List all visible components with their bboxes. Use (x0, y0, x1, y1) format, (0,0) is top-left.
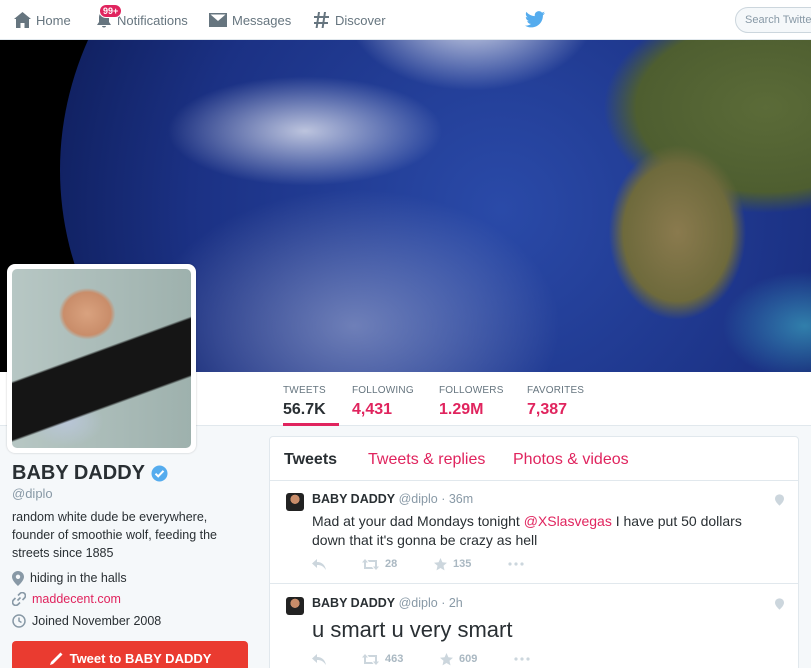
stat-favorites-value: 7,387 (527, 401, 568, 418)
stat-tweets[interactable]: TWEETS 56.7K (283, 372, 339, 426)
home-icon (14, 12, 31, 28)
search-input[interactable]: Search Twitter (735, 7, 811, 33)
profile-website-link[interactable]: maddecent.com (32, 592, 121, 606)
star-icon (440, 652, 453, 665)
tweet-time-separator: · (441, 492, 446, 506)
tweet-text: Mad at your dad Mondays tonight @XSlasve… (312, 512, 772, 550)
tweet-author-avatar[interactable] (286, 493, 304, 511)
nav-home-label: Home (36, 12, 71, 28)
reply-icon (312, 653, 326, 665)
tweet-timestamp[interactable]: 36m (449, 492, 473, 506)
stat-following-label: FOLLOWING (352, 385, 414, 396)
compose-feather-icon (49, 652, 63, 665)
reply-icon (312, 558, 326, 570)
hashtag-icon (314, 12, 329, 28)
profile-location-text: hiding in the halls (30, 571, 127, 585)
notifications-badge: 99+ (99, 4, 123, 18)
more-dots-icon (508, 562, 524, 566)
more-dots-icon (514, 657, 530, 661)
tweet-header: BABY DADDY @diplo · 36m (312, 492, 473, 506)
tweet-mention-link[interactable]: @XSlasvegas (524, 513, 612, 529)
tab-photos-and-videos[interactable]: Photos & videos (513, 451, 629, 469)
envelope-icon (209, 13, 227, 27)
tweet-author-avatar[interactable] (286, 597, 304, 615)
profile-name[interactable]: BABY DADDY (12, 462, 168, 485)
favorite-button[interactable]: 135 (434, 557, 472, 571)
reply-button[interactable] (312, 558, 332, 570)
stat-followers-value: 1.29M (439, 401, 484, 418)
profile-joined: Joined November 2008 (12, 612, 161, 630)
profile-bio: random white dude be everywhere, founder… (12, 510, 217, 560)
nav-notifications[interactable]: Notifications 99+ (96, 0, 188, 40)
calendar-clock-icon (12, 614, 26, 628)
stat-tweets-value: 56.7K (283, 401, 326, 418)
tweet-author-name[interactable]: BABY DADDY (312, 492, 395, 506)
star-icon (434, 557, 447, 570)
profile-name-text: BABY DADDY (12, 462, 145, 484)
link-icon (12, 592, 26, 606)
tab-tweets[interactable]: Tweets (284, 451, 337, 469)
stat-favorites-label: FAVORITES (527, 385, 585, 396)
avatar (12, 269, 191, 448)
timeline-tabs: Tweets Tweets & replies Photos & videos (270, 437, 798, 481)
tweet-to-button[interactable]: Tweet to BABY DADDY (12, 641, 248, 668)
tweet-timestamp[interactable]: 2h (449, 596, 463, 610)
stat-following-value: 4,431 (352, 401, 393, 418)
tweet-item[interactable]: BABY DADDY @diplo · 2h u smart u very sm… (270, 585, 798, 668)
top-navigation-bar: Home Notifications 99+ Messages Discover… (0, 0, 811, 40)
tweet-time-separator: · (441, 596, 446, 610)
more-options-button[interactable] (508, 562, 530, 566)
location-pin-icon (12, 570, 24, 586)
nav-discover[interactable]: Discover (314, 0, 386, 40)
tweet-item[interactable]: BABY DADDY @diplo · 36m Mad at your dad … (270, 482, 798, 584)
tweet-author-handle[interactable]: @diplo (399, 596, 438, 610)
tweet-author-handle[interactable]: @diplo (399, 492, 438, 506)
tweet-author-name[interactable]: BABY DADDY (312, 596, 395, 610)
tweet-actions: 463 609 (312, 651, 542, 667)
reply-button[interactable] (312, 653, 332, 665)
favorite-button[interactable]: 609 (440, 652, 478, 666)
stat-following[interactable]: FOLLOWING 4,431 (352, 372, 422, 426)
profile-handle[interactable]: @diplo (12, 486, 53, 501)
retweet-count: 463 (385, 653, 404, 665)
tab-tweets-and-replies[interactable]: Tweets & replies (368, 451, 485, 469)
nav-messages[interactable]: Messages (209, 0, 291, 40)
profile-avatar-frame[interactable] (7, 264, 196, 453)
retweet-button[interactable]: 28 (362, 558, 397, 570)
favorite-count: 135 (453, 558, 472, 570)
stat-followers-label: FOLLOWERS (439, 385, 504, 396)
retweet-button[interactable]: 463 (362, 653, 403, 665)
more-options-button[interactable] (514, 657, 536, 661)
stat-followers[interactable]: FOLLOWERS 1.29M (439, 372, 509, 426)
tweet-to-button-label: Tweet to BABY DADDY (69, 650, 212, 666)
retweet-icon (362, 653, 379, 665)
favorite-count: 609 (459, 653, 478, 665)
profile-website: maddecent.com (12, 590, 121, 608)
tweet-header: BABY DADDY @diplo · 2h (312, 596, 463, 610)
stat-favorites[interactable]: FAVORITES 7,387 (527, 372, 597, 426)
nav-messages-label: Messages (232, 12, 292, 28)
location-pin-icon[interactable] (775, 598, 784, 610)
verified-badge-icon (151, 465, 168, 482)
nav-discover-label: Discover (335, 12, 386, 28)
profile-joined-text: Joined November 2008 (32, 614, 162, 628)
nav-home[interactable]: Home (14, 0, 71, 40)
stat-tweets-label: TWEETS (283, 385, 326, 396)
tweets-timeline: Tweets Tweets & replies Photos & videos … (269, 436, 799, 668)
retweet-count: 28 (385, 558, 398, 570)
tweet-text-part: Mad at your dad Mondays tonight (312, 513, 524, 529)
retweet-icon (362, 558, 379, 570)
tweet-actions: 28 135 (312, 556, 542, 572)
tweet-text: u smart u very smart (312, 617, 513, 642)
profile-location: hiding in the halls (12, 569, 127, 587)
twitter-bird-logo-icon[interactable] (525, 11, 545, 28)
nav-notifications-label: Notifications (117, 12, 188, 28)
location-pin-icon[interactable] (775, 494, 784, 506)
